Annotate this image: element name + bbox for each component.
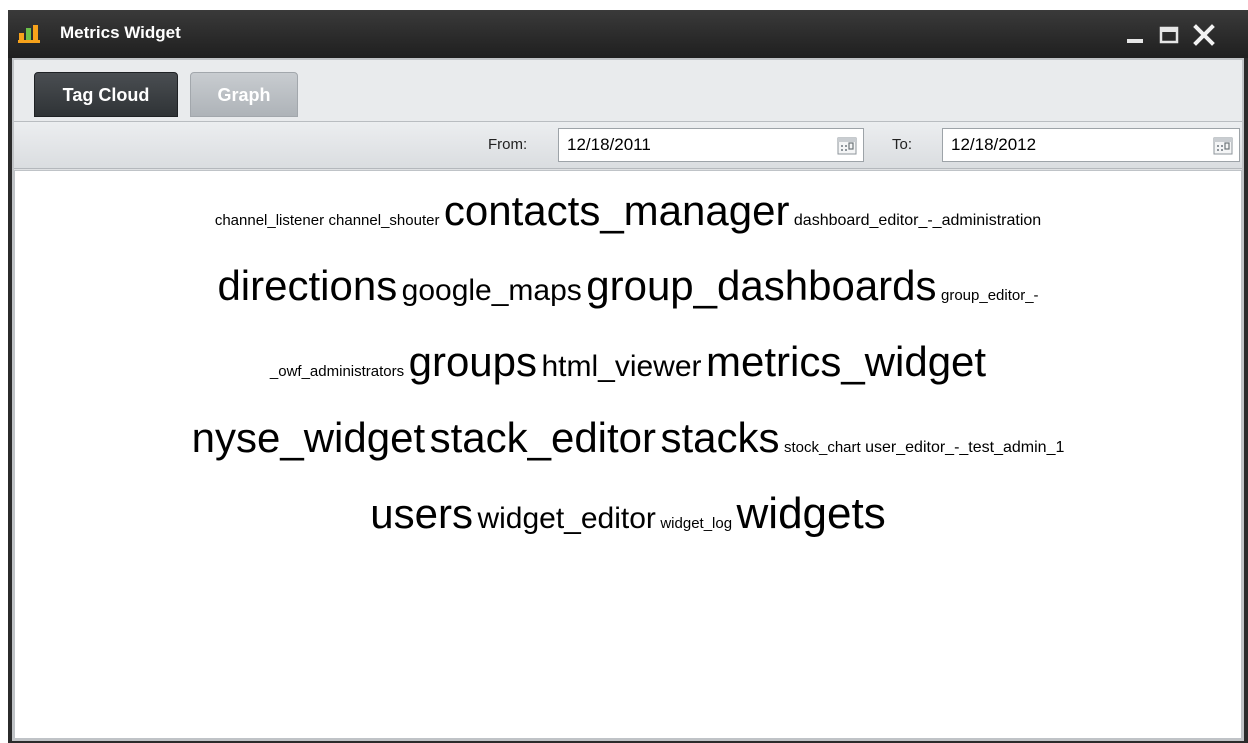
to-date-input[interactable] xyxy=(951,134,1191,156)
to-label: To: xyxy=(892,136,913,153)
from-label: From: xyxy=(488,136,528,153)
calendar-icon[interactable] xyxy=(837,137,857,155)
tag-nyse-widget[interactable]: nyse_widget xyxy=(192,414,425,461)
tag-widgets[interactable]: widgets xyxy=(737,489,886,538)
tab-strip: Tag Cloud Graph xyxy=(14,60,1242,122)
tag-cloud-line: users widget_editor widget_log widgets xyxy=(15,483,1241,545)
tag-directions[interactable]: directions xyxy=(217,262,397,309)
title-bar[interactable]: Metrics Widget xyxy=(8,10,1248,58)
tag-widget-log[interactable]: widget_log xyxy=(660,515,732,532)
tag-widget-editor[interactable]: widget_editor xyxy=(477,502,655,535)
widget-body: Tag Cloud Graph From: 12/18/2011 To: 12/… xyxy=(12,58,1244,741)
window-title: Metrics Widget xyxy=(60,23,181,42)
tag-stock-chart[interactable]: stock_chart xyxy=(784,439,861,456)
tag-cloud-line: channel_listener channel_shouter contact… xyxy=(15,181,1241,241)
tag-metrics-widget[interactable]: metrics_widget xyxy=(706,338,986,385)
tab-tag-cloud[interactable]: Tag Cloud xyxy=(34,72,178,117)
tag-groups[interactable]: groups xyxy=(409,338,537,385)
date-range-toolbar: From: To: xyxy=(14,122,1242,169)
close-icon[interactable] xyxy=(1192,24,1216,46)
tag-google-maps[interactable]: google_maps xyxy=(402,274,582,307)
maximize-icon[interactable] xyxy=(1158,24,1182,46)
tag-channel-shouter[interactable]: channel_shouter xyxy=(329,212,440,229)
tag-channel-listener[interactable]: channel_listener xyxy=(215,212,324,229)
tag-dashboard-editor-administration[interactable]: dashboard_editor_-_administration xyxy=(794,212,1041,229)
from-date-input[interactable] xyxy=(567,134,807,156)
tag-contacts-manager[interactable]: contacts_manager xyxy=(444,187,790,234)
tag-user-editor-test-admin[interactable]: user_editor_-_test_admin_1 xyxy=(865,439,1064,456)
tag-owf-administrators[interactable]: _owf_administrators xyxy=(270,363,404,380)
tag-cloud-line: nyse_widget stack_editor stacks stock_ch… xyxy=(15,407,1241,469)
tag-group-dashboards[interactable]: group_dashboards xyxy=(586,262,936,309)
minimize-icon[interactable] xyxy=(1124,24,1148,46)
bar-chart-icon xyxy=(18,24,40,44)
tag-users[interactable]: users xyxy=(370,490,473,537)
tab-graph[interactable]: Graph xyxy=(190,72,298,117)
tag-cloud-line: _owf_administrators groups html_viewer m… xyxy=(15,331,1241,393)
tag-html-viewer[interactable]: html_viewer xyxy=(541,350,701,383)
from-date-field[interactable] xyxy=(558,128,864,162)
tag-group-editor[interactable]: group_editor_- xyxy=(941,287,1039,304)
tag-cloud-line: directions google_maps group_dashboards … xyxy=(15,255,1241,317)
tag-stack-editor[interactable]: stack_editor xyxy=(430,414,656,461)
metrics-widget-window: Metrics Widget Tag Cloud Graph From: 12/… xyxy=(8,10,1248,743)
to-date-field[interactable] xyxy=(942,128,1240,162)
calendar-icon[interactable] xyxy=(1213,137,1233,155)
tag-cloud: channel_listener channel_shouter contact… xyxy=(14,170,1242,739)
tag-stacks[interactable]: stacks xyxy=(660,414,779,461)
